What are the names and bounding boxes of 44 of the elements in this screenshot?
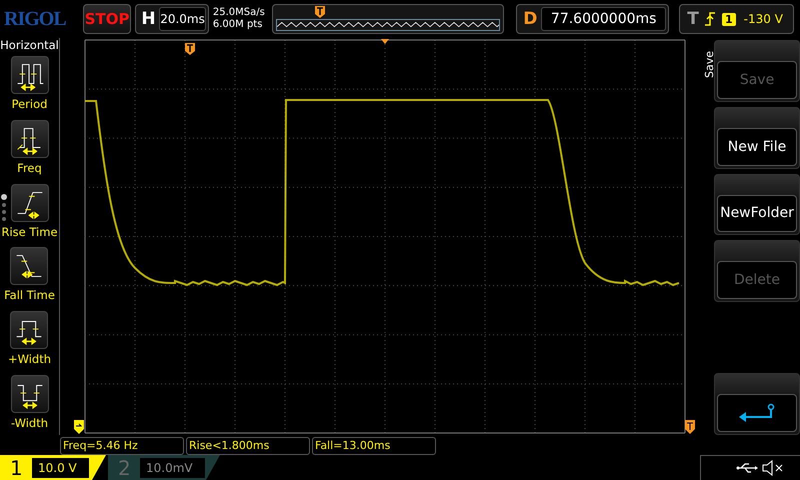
logo: RIGOL xyxy=(4,8,67,30)
measurement-readout: Rise<1.800ms xyxy=(186,437,310,455)
channel-tab[interactable]: 2 10.0mV xyxy=(108,455,220,480)
return-arrow-icon xyxy=(737,403,777,424)
channel-number: 2 xyxy=(118,456,132,480)
delay-display[interactable]: D 77.6000000ms xyxy=(516,4,669,34)
measurement-readout: Fall=13.00ms xyxy=(312,437,436,455)
trigger-time-marker-icon xyxy=(185,43,195,55)
pwidth-measure-icon[interactable] xyxy=(10,311,48,350)
memory-depth: 6.00M pts xyxy=(212,19,264,31)
trigger-source: 1 xyxy=(722,12,736,26)
trigger-level: -130 V xyxy=(744,12,783,26)
fall-measure-icon[interactable] xyxy=(10,247,48,286)
nwidth-measure-icon[interactable] xyxy=(10,375,48,414)
trigger-display[interactable]: T 1 -130 V xyxy=(679,4,794,34)
menu-title: Save xyxy=(703,51,716,78)
channel-tab[interactable]: 1 10.0 V xyxy=(0,455,106,480)
channel-scale: 10.0mV xyxy=(140,458,205,478)
measure-label[interactable]: Freq xyxy=(17,160,42,175)
measure-label[interactable]: Period xyxy=(12,97,48,111)
back-button[interactable] xyxy=(714,373,800,435)
muted-speaker-icon xyxy=(762,460,784,476)
measure-label[interactable]: Fall Time xyxy=(4,288,55,302)
sample-rate: 25.0MSa/s xyxy=(212,7,266,19)
period-measure-icon[interactable] xyxy=(10,56,48,94)
freq-measure-icon[interactable] xyxy=(10,120,48,158)
trigger-level-marker-icon xyxy=(685,420,695,434)
channel-ground-marker-icon xyxy=(74,420,84,434)
measure-label[interactable]: +Width xyxy=(8,352,52,366)
menu-button[interactable]: New File xyxy=(714,106,800,169)
channel-number: 1 xyxy=(10,456,24,480)
center-marker-icon xyxy=(381,39,389,44)
menu-title: Horizontal xyxy=(0,38,59,52)
menu-button[interactable]: NewFolder xyxy=(714,174,800,236)
trigger-position-icon xyxy=(315,6,326,18)
run-stop-status[interactable]: STOP xyxy=(83,4,131,34)
measure-label[interactable]: Rise Time xyxy=(1,224,58,239)
timebase-display[interactable]: H 20.0ms xyxy=(134,4,209,34)
channel-scale: 10.0 V xyxy=(32,458,89,478)
rise-measure-icon[interactable] xyxy=(10,184,48,222)
usb-icon xyxy=(736,462,758,474)
measurement-readout: Freq=5.46 Hz xyxy=(60,437,184,455)
measure-label[interactable]: -Width xyxy=(10,416,48,430)
rising-edge-icon xyxy=(704,12,716,26)
